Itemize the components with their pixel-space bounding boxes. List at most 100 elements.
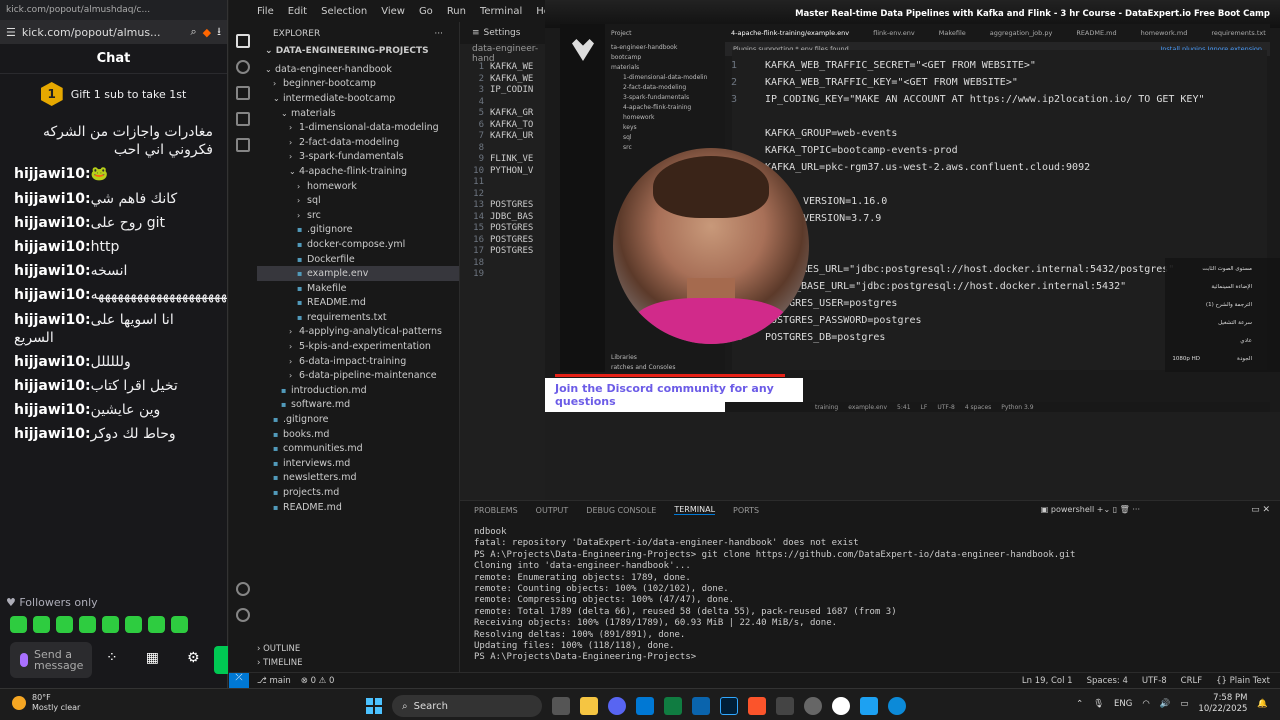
emote-icon[interactable] (125, 616, 142, 633)
status-item[interactable]: {} Plain Text (1216, 676, 1270, 686)
search-icon[interactable] (236, 60, 250, 74)
gear-icon[interactable]: ⚙ (187, 650, 200, 666)
volume-icon[interactable]: 🔊 (1160, 699, 1171, 709)
folder-item[interactable]: ⌄ data-engineer-handbook (257, 62, 459, 77)
wifi-icon[interactable]: ◠ (1142, 699, 1149, 709)
chat-username[interactable]: hijjawi10: (14, 378, 91, 394)
edge-icon[interactable] (888, 697, 906, 715)
folder-item[interactable]: ⌄ 4-apache-flink-training (257, 164, 459, 179)
status-item[interactable]: Ln 19, Col 1 (1022, 676, 1073, 686)
panel-tab-debug-console[interactable]: DEBUG CONSOLE (586, 506, 656, 515)
file-item[interactable]: ▪ books.md (257, 427, 459, 442)
clock[interactable]: 7:58 PM 10/22/2025 (1198, 693, 1247, 715)
terminal[interactable]: ndbook fatal: repository 'DataExpert-io/d… (460, 519, 1280, 672)
chat-username[interactable]: hijjawi10: (14, 426, 91, 442)
remote-button[interactable]: ⤫ (229, 672, 249, 689)
weather-widget[interactable]: 80°F Mostly clear (12, 693, 80, 713)
shell-indicator[interactable]: ▣ powershell +⌄ ▯ 🗑 ··· (1041, 505, 1140, 514)
shield-icon[interactable]: ◆ (203, 26, 211, 39)
file-item[interactable]: ▪ communities.md (257, 441, 459, 456)
timeline-label[interactable]: › TIMELINE (257, 658, 460, 668)
player-setting-item[interactable]: الجودة (1237, 356, 1252, 362)
status-item[interactable]: CRLF (1181, 676, 1202, 686)
file-item[interactable]: ▪ requirements.txt (257, 310, 459, 325)
player-setting-item[interactable]: الإضاءة السينمائية (1211, 284, 1252, 290)
emote-icon[interactable] (171, 616, 188, 633)
chat-username[interactable]: hijjawi10: (14, 239, 91, 255)
menu-item-selection[interactable]: Selection (321, 6, 367, 17)
url-text[interactable]: kick.com/popout/almus... (22, 26, 185, 39)
panel-window-controls[interactable]: ▭ ✕ (1251, 505, 1270, 515)
windows-start-icon[interactable] (366, 698, 382, 714)
chevron-up-icon[interactable]: ⌃ (1076, 699, 1083, 709)
chat-username[interactable]: hijjawi10: (14, 263, 91, 279)
branch-status[interactable]: ⎇ main (257, 676, 291, 686)
chat-username[interactable]: hijjawi10: (14, 354, 91, 370)
task-view-icon[interactable] (552, 697, 570, 715)
app-icon[interactable] (860, 697, 878, 715)
file-item[interactable]: ▪ interviews.md (257, 456, 459, 471)
emote-icon[interactable] (102, 616, 119, 633)
gift-banner[interactable]: 1 Gift 1 sub to take 1st (0, 74, 227, 114)
player-setting-item[interactable]: مستوى الصوت الثابت (1202, 266, 1252, 272)
emote-icon[interactable] (79, 616, 96, 633)
player-settings-menu[interactable]: مستوى الصوت الثابت الإضاءة السينمائية التر… (1165, 258, 1280, 372)
account-icon[interactable] (236, 582, 250, 596)
files-icon[interactable] (236, 34, 250, 48)
menu-item-view[interactable]: View (381, 6, 405, 17)
chat-username[interactable]: hijjawi10: (14, 215, 91, 231)
chatgpt-icon[interactable] (832, 697, 850, 715)
project-title[interactable]: ⌄ DATA-ENGINEERING-PROJECTS (257, 46, 459, 62)
emote-icon[interactable] (56, 616, 73, 633)
file-item[interactable]: ▪ docker-compose.yml (257, 237, 459, 252)
send-button[interactable] (214, 646, 228, 674)
chat-username[interactable]: hijjawi10: (14, 166, 91, 182)
menu-item-edit[interactable]: Edit (288, 6, 307, 17)
menu-item-terminal[interactable]: Terminal (480, 6, 522, 17)
brave-icon[interactable] (748, 697, 766, 715)
manage-gear-icon[interactable] (236, 608, 250, 622)
app-icon[interactable] (776, 697, 794, 715)
video-progress[interactable] (555, 374, 785, 377)
file-item[interactable]: ▪ projects.md (257, 485, 459, 500)
emote-icon[interactable] (33, 616, 50, 633)
status-item[interactable]: Spaces: 4 (1087, 676, 1128, 686)
player-setting-item[interactable]: الترجمة والشرح (1) (1206, 302, 1252, 308)
panel-tab-ports[interactable]: PORTS (733, 506, 759, 515)
folder-item[interactable]: › 6-data-pipeline-maintenance (257, 368, 459, 383)
folder-item[interactable]: › 4-applying-analytical-patterns (257, 325, 459, 340)
folder-item[interactable]: › 2-fact-data-modeling (257, 135, 459, 150)
folder-item[interactable]: › 3-spark-fundamentals (257, 150, 459, 165)
tune-icon[interactable]: ☰ (6, 26, 16, 39)
folder-item[interactable]: › sql (257, 193, 459, 208)
chat-username[interactable]: hijjawi10: (14, 312, 91, 328)
folder-item[interactable]: › 1-dimensional-data-modeling (257, 120, 459, 135)
excel-icon[interactable] (664, 697, 682, 715)
run-debug-icon[interactable] (236, 112, 250, 126)
vscode-icon[interactable] (636, 697, 654, 715)
photoshop-icon[interactable] (720, 697, 738, 715)
file-item[interactable]: ▪ README.md (257, 500, 459, 515)
folder-item[interactable]: › homework (257, 179, 459, 194)
panel-tab-problems[interactable]: PROBLEMS (474, 506, 518, 515)
player-setting-item[interactable]: عادي (1240, 338, 1252, 344)
extensions-icon[interactable] (236, 138, 250, 152)
panel-tab-terminal[interactable]: TERMINAL (674, 505, 716, 515)
breadcrumb[interactable]: data-engineer-hand (460, 44, 545, 64)
chat-username[interactable]: hijjawi10: (14, 191, 91, 207)
chat-username[interactable]: hijjawi10: (14, 402, 91, 418)
folder-item[interactable]: › 6-data-impact-training (257, 354, 459, 369)
problems-status[interactable]: ⊗ 0 ⚠ 0 (301, 676, 335, 686)
outlook-icon[interactable] (692, 697, 710, 715)
file-item[interactable]: ▪ README.md (257, 296, 459, 311)
menu-item-file[interactable]: File (257, 6, 274, 17)
file-item[interactable]: ▪ newsletters.md (257, 471, 459, 486)
panel-tab-output[interactable]: OUTPUT (536, 506, 569, 515)
source-control-icon[interactable] (236, 86, 250, 100)
zoom-icon[interactable]: ⌕ (191, 25, 197, 39)
emote-icon[interactable] (148, 616, 165, 633)
editor-tab[interactable]: ≡ Settings (460, 22, 545, 44)
file-item[interactable]: ▪ .gitignore (257, 223, 459, 238)
file-item[interactable]: ▪ example.env (257, 266, 459, 281)
dots-icon[interactable]: ⁘ (106, 650, 118, 666)
